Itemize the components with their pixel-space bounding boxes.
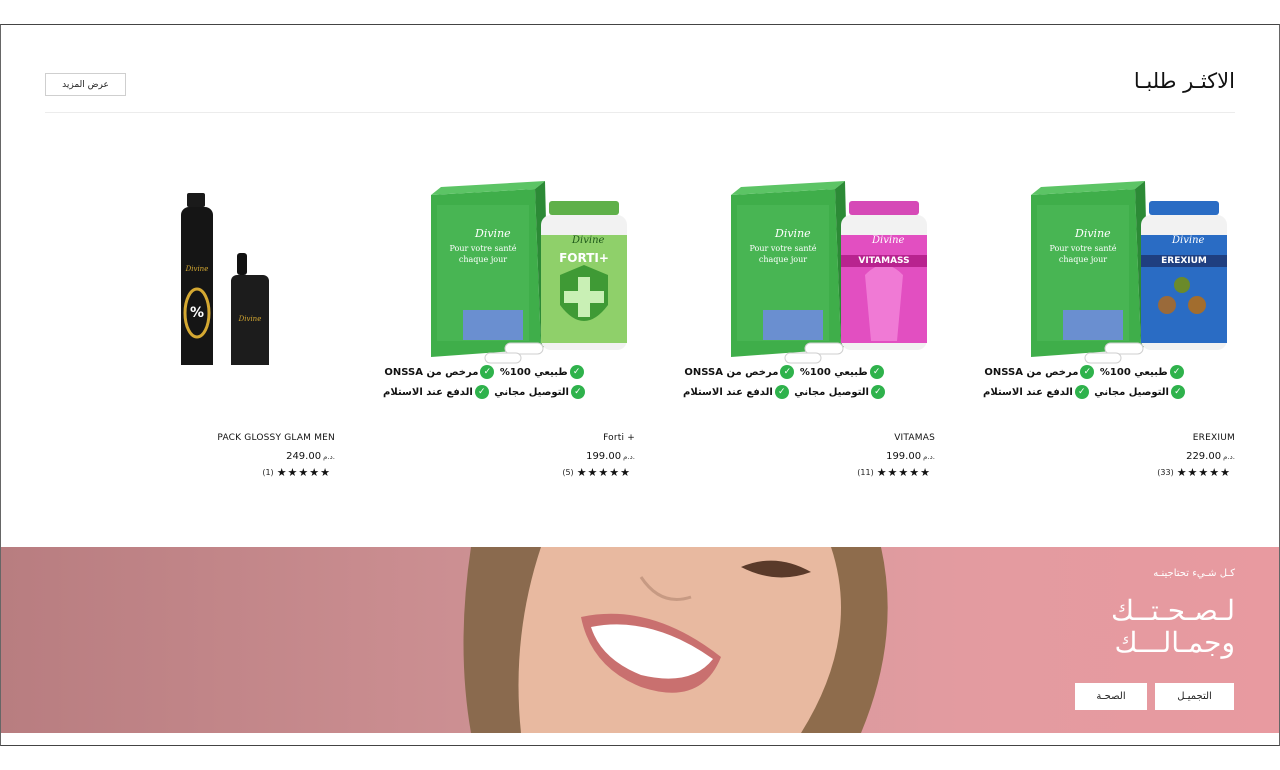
brand-text: Divine <box>1075 227 1111 240</box>
check-icon: ✓ <box>870 385 885 399</box>
review-count: (1) <box>262 468 274 477</box>
product-image[interactable]: Divine Pour votre santé chaque jour Divi… <box>335 165 635 425</box>
check-icon: ✓ <box>570 385 585 399</box>
product-name[interactable]: PACK GLOSSY GLAM MEN <box>217 433 335 443</box>
bottle-brand: Divine <box>1172 235 1205 246</box>
check-icon: ✓ <box>480 365 495 379</box>
brand-text: Divine <box>475 227 511 240</box>
health-button[interactable]: الصحـة <box>1075 683 1147 710</box>
check-icon: ✓ <box>569 365 584 379</box>
product-rating: (1) ★★★★★ <box>262 466 331 479</box>
page-frame: الاكثـر طلبـا عرض المزيد Divine Pour vot… <box>0 24 1280 746</box>
badge-licensed: مرخص من ONSSA <box>984 367 1079 378</box>
badges-row-1: ✓طبيعي 100% ✓مرخص من ONSSA <box>635 365 935 379</box>
check-icon: ✓ <box>869 365 884 379</box>
product-price: 199.00 د.م. <box>886 451 935 462</box>
price-currency: د.م. <box>1223 453 1235 461</box>
bottle-label: VITAMASS <box>841 255 927 267</box>
product-name[interactable]: VITAMAS <box>894 433 935 443</box>
badge-licensed: مرخص من ONSSA <box>384 367 479 378</box>
badge-natural: طبيعي 100% <box>499 367 568 378</box>
banner-title-line2: وجمـالـــك <box>1114 626 1235 659</box>
product-card-vitamas[interactable]: Divine Pour votre santé chaque jour Divi… <box>635 145 935 495</box>
product-rating: (33) ★★★★★ <box>1157 466 1231 479</box>
price-value: 249.00 <box>286 451 322 462</box>
beauty-button[interactable]: التجميـل <box>1155 683 1234 710</box>
badge-free-delivery: التوصيل مجاني <box>494 387 569 398</box>
box-tagline-line1: Pour votre santé <box>1049 244 1117 253</box>
price-value: 199.00 <box>586 451 622 462</box>
box-tagline-line2: chaque jour <box>758 255 808 264</box>
box-tagline: Pour votre santé chaque jour <box>737 243 829 265</box>
check-icon: ✓ <box>774 385 789 399</box>
badge-licensed: مرخص من ONSSA <box>684 367 779 378</box>
view-more-button[interactable]: عرض المزيد <box>45 73 126 96</box>
serum-brand: Divine <box>238 315 262 323</box>
bottle-label: EREXIUM <box>1141 255 1227 267</box>
review-count: (5) <box>562 468 574 477</box>
price-currency: د.م. <box>923 453 935 461</box>
product-name[interactable]: Forti + <box>603 433 635 443</box>
product-image[interactable]: Divine Pour votre santé chaque jour Divi… <box>635 165 935 425</box>
product-image[interactable]: Divine Pour votre santé chaque jour Divi… <box>935 165 1235 425</box>
star-rating-icon: ★★★★★ <box>576 466 631 479</box>
product-card-erexium[interactable]: Divine Pour votre santé chaque jour Divi… <box>935 145 1235 495</box>
banner-subtitle: كـل شـيء تحتاجينـه <box>1153 568 1235 579</box>
star-rating-icon: ★★★★★ <box>1176 466 1231 479</box>
bottle-brand: Divine <box>572 235 605 246</box>
badge-free-delivery: التوصيل مجاني <box>794 387 869 398</box>
box-tagline: Pour votre santé chaque jour <box>1037 243 1129 265</box>
banner-title: لـصـحـتــك وجمـالـــك <box>1111 595 1235 659</box>
badges-row-1: ✓طبيعي 100% ✓مرخص من ONSSA <box>335 365 635 379</box>
product-price: 229.00 د.م. <box>1186 451 1235 462</box>
badges-row-2: ✓التوصيل مجاني ✓الدفع عند الاستلام <box>935 385 1235 399</box>
badge-cod: الدفع عند الاستلام <box>983 387 1073 398</box>
box-tagline-line1: Pour votre santé <box>749 244 817 253</box>
product-price: 199.00 د.م. <box>586 451 635 462</box>
badges-row-1: ✓طبيعي 100% ✓مرخص من ONSSA <box>935 365 1235 379</box>
section-title: الاكثـر طلبـا <box>1133 69 1235 93</box>
badges-row-2: ✓التوصيل مجاني ✓الدفع عند الاستلام <box>635 385 935 399</box>
box-tagline-line1: Pour votre santé <box>449 244 517 253</box>
check-icon: ✓ <box>474 385 489 399</box>
star-rating-icon: ★★★★★ <box>876 466 931 479</box>
promo-banner: كـل شـيء تحتاجينـه لـصـحـتــك وجمـالـــك… <box>1 547 1279 733</box>
banner-title-line1: لـصـحـتــك <box>1111 594 1235 627</box>
product-image[interactable]: Divine % Divine <box>35 165 335 425</box>
review-count: (33) <box>1157 468 1174 477</box>
check-icon: ✓ <box>1169 365 1184 379</box>
check-icon: ✓ <box>780 365 795 379</box>
badge-natural: طبيعي 100% <box>1099 367 1168 378</box>
product-card-forti[interactable]: Divine Pour votre santé chaque jour Divi… <box>335 145 635 495</box>
review-count: (11) <box>857 468 874 477</box>
section-header: الاكثـر طلبـا عرض المزيد <box>45 69 1235 113</box>
product-grid: Divine Pour votre santé chaque jour Divi… <box>1 145 1279 505</box>
price-value: 229.00 <box>1186 451 1222 462</box>
check-icon: ✓ <box>1170 385 1185 399</box>
product-name[interactable]: EREXIUM <box>1193 433 1235 443</box>
product-price: 249.00 د.م. <box>286 451 335 462</box>
check-icon: ✓ <box>1074 385 1089 399</box>
box-tagline-line2: chaque jour <box>458 255 508 264</box>
percent-icon: % <box>189 305 205 321</box>
box-tagline-line2: chaque jour <box>1058 255 1108 264</box>
brand-text: Divine <box>775 227 811 240</box>
badge-cod: الدفع عند الاستلام <box>683 387 773 398</box>
check-icon: ✓ <box>1080 365 1095 379</box>
bottle-brand: Divine <box>872 235 905 246</box>
price-currency: د.م. <box>623 453 635 461</box>
badge-free-delivery: التوصيل مجاني <box>1094 387 1169 398</box>
badge-cod: الدفع عند الاستلام <box>383 387 473 398</box>
product-card-glossy-glam[interactable]: Divine % Divine PACK GLOSSY GLAM MEN 249… <box>35 145 335 495</box>
price-currency: د.م. <box>323 453 335 461</box>
bottle-label: FORTI+ <box>559 251 609 265</box>
product-rating: (11) ★★★★★ <box>857 466 931 479</box>
badge-natural: طبيعي 100% <box>799 367 868 378</box>
price-value: 199.00 <box>886 451 922 462</box>
badges-row-2: ✓التوصيل مجاني ✓الدفع عند الاستلام <box>335 385 635 399</box>
star-rating-icon: ★★★★★ <box>276 466 331 479</box>
product-rating: (5) ★★★★★ <box>562 466 631 479</box>
brand-text: Divine <box>185 265 209 273</box>
box-tagline: Pour votre santé chaque jour <box>437 243 529 265</box>
